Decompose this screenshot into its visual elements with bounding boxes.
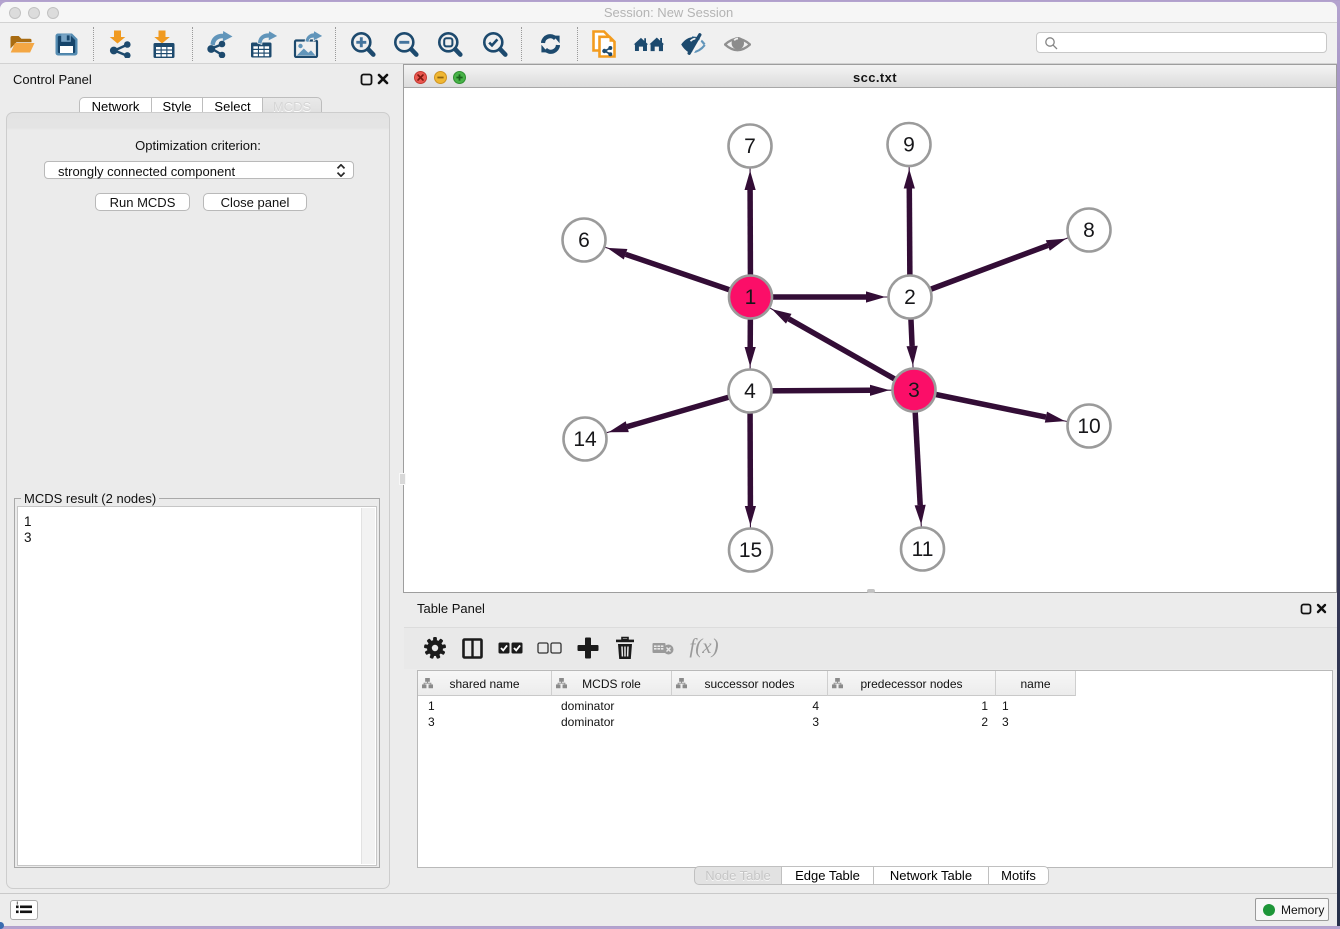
svg-text:14: 14 xyxy=(573,428,597,451)
svg-text:3: 3 xyxy=(908,379,920,402)
svg-text:4: 4 xyxy=(744,380,756,403)
svg-text:9: 9 xyxy=(903,134,915,157)
svg-text:6: 6 xyxy=(578,229,590,252)
svg-text:2: 2 xyxy=(904,286,916,309)
svg-text:8: 8 xyxy=(1083,219,1095,242)
svg-text:15: 15 xyxy=(739,539,762,562)
svg-text:7: 7 xyxy=(744,135,756,158)
svg-text:10: 10 xyxy=(1077,415,1100,438)
svg-text:1: 1 xyxy=(745,286,757,309)
svg-text:11: 11 xyxy=(912,538,934,561)
